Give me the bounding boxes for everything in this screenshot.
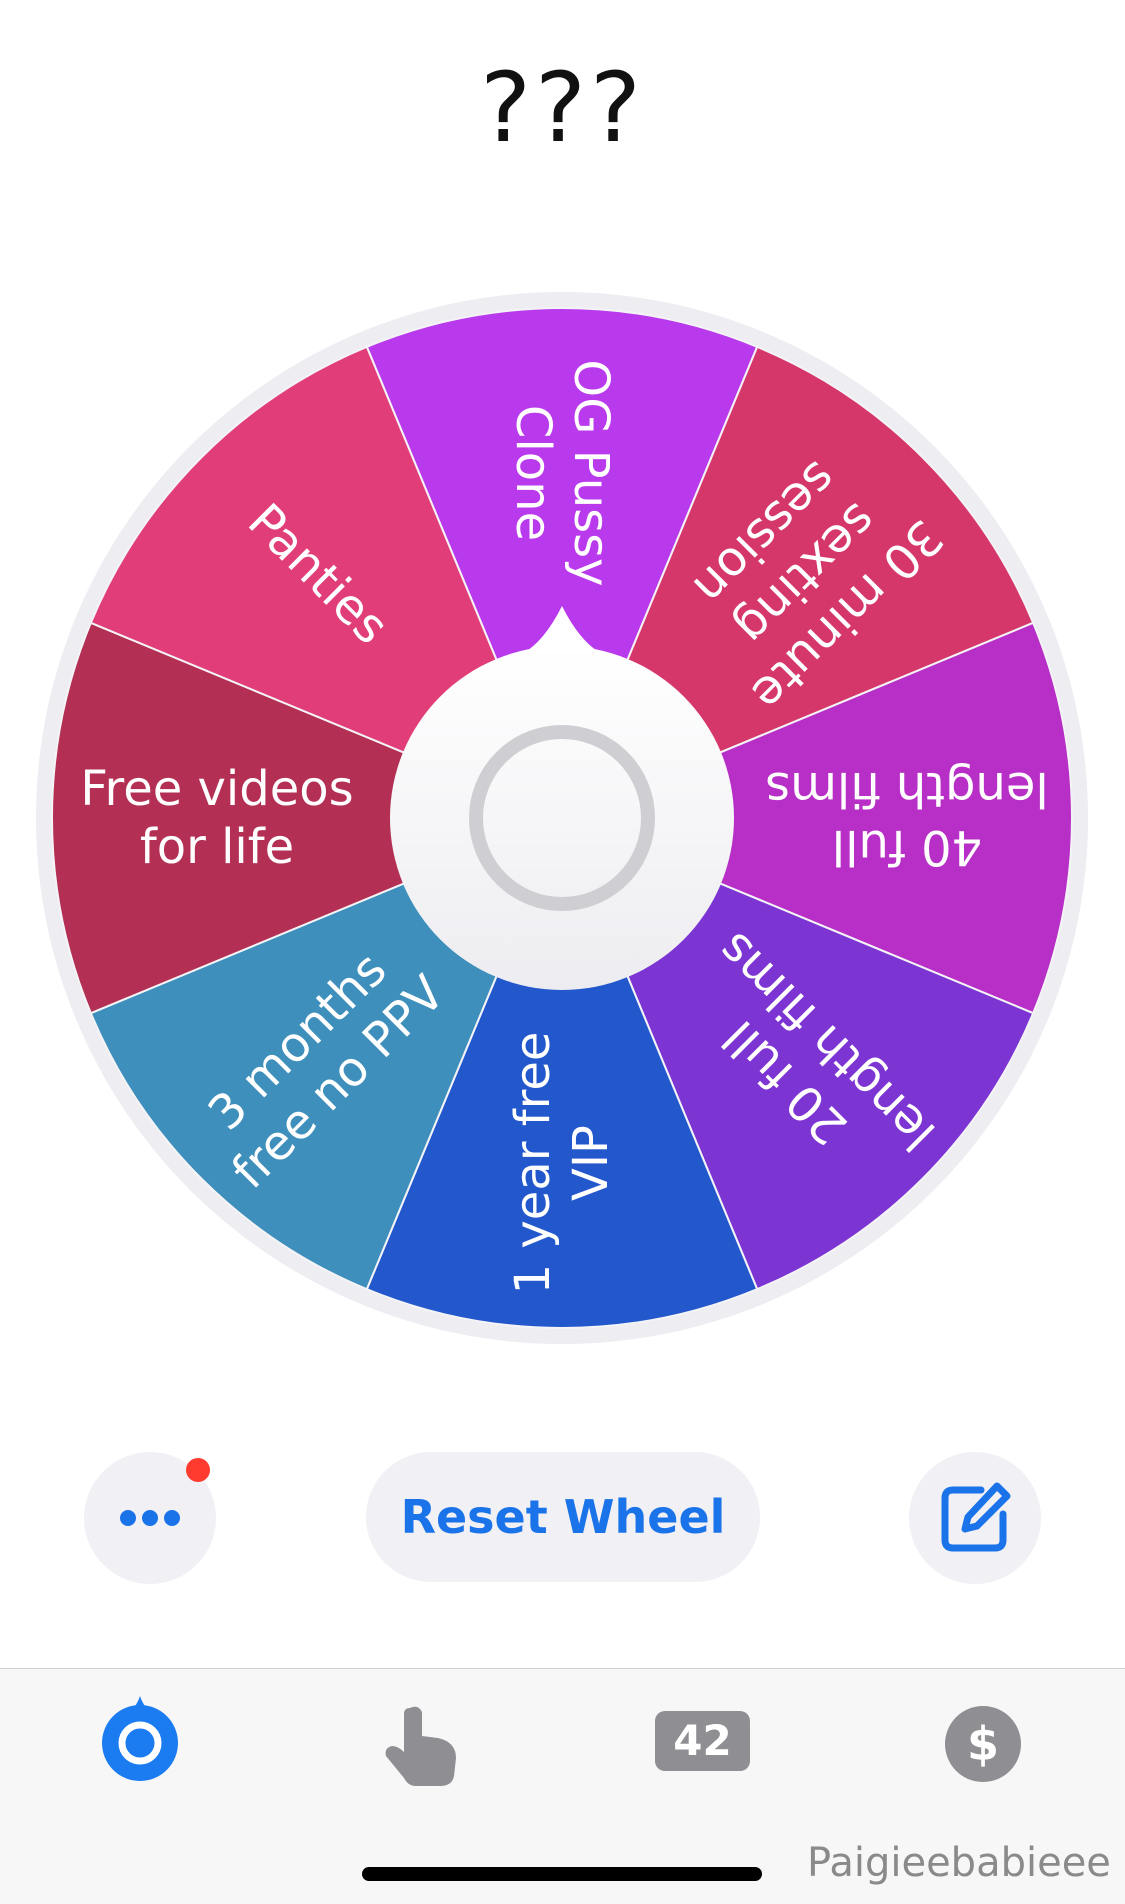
segment-label-line: length films: [765, 761, 1049, 817]
knob-body: [390, 646, 734, 990]
wheel-title: ???: [480, 52, 645, 164]
watermark: Paigieebabieee: [807, 1840, 1111, 1886]
home-indicator: [362, 1867, 762, 1881]
segment-label-line: VIP: [563, 1125, 619, 1201]
edit-icon: [941, 1482, 1011, 1552]
segment-label-line: Clone: [505, 405, 561, 541]
dollar-icon[interactable]: $: [943, 1704, 1023, 1784]
segment-label-line: OG Pussy: [563, 359, 619, 586]
segment-label-line: Free videos: [80, 761, 353, 817]
segment-label-line: 40 full: [832, 819, 982, 875]
svg-text:$: $: [967, 1717, 999, 1771]
number-badge-icon[interactable]: 42: [655, 1711, 750, 1771]
edit-button[interactable]: [909, 1452, 1041, 1584]
reset-wheel-button[interactable]: Reset Wheel: [366, 1452, 760, 1582]
hand-pointer-icon[interactable]: [378, 1700, 468, 1790]
segment-label-line: 1 year free: [505, 1032, 561, 1295]
spin-wheel[interactable]: OG PussyClone30 minutesextingsession40 f…: [0, 270, 1125, 1370]
notification-dot: [186, 1458, 210, 1482]
wheel-tab-icon[interactable]: [100, 1690, 180, 1790]
segment-label-line: for life: [140, 819, 294, 875]
